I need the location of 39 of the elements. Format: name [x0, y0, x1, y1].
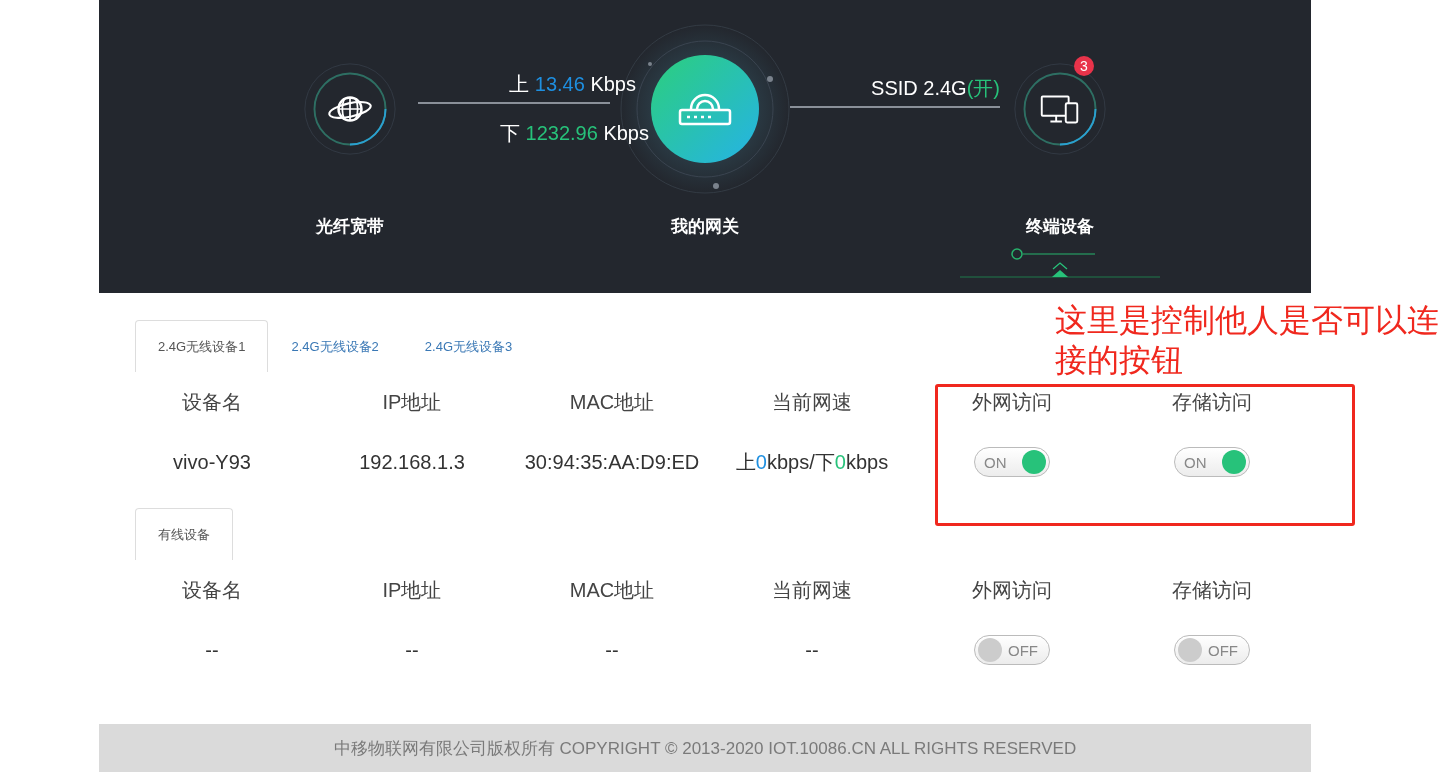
annotation-text: 这里是控制他人是否可以连接的按钮: [1055, 301, 1440, 380]
column-header: 当前网速: [772, 389, 852, 415]
devices-icon[interactable]: [1012, 61, 1108, 157]
column-header: 设备名: [182, 577, 242, 603]
toggle-switch[interactable]: ON: [974, 447, 1050, 477]
tab[interactable]: 2.4G无线设备2: [268, 320, 402, 372]
table-cell: --: [605, 638, 619, 662]
download-speed: 下 1232.96 Kbps: [500, 121, 649, 146]
node-label[interactable]: 我的网关: [671, 214, 739, 238]
column-header: IP地址: [382, 389, 442, 415]
toggle-switch[interactable]: OFF: [974, 635, 1050, 665]
tab[interactable]: 有线设备: [135, 508, 233, 560]
node-label[interactable]: 光纤宽带: [316, 214, 384, 238]
column-header: MAC地址: [569, 389, 655, 415]
table-cell-text: 上0kbps/下0kbps: [735, 449, 889, 475]
column-header: MAC地址: [569, 577, 655, 603]
column-header: 存储访问: [1172, 389, 1252, 415]
footer-text: 中移物联网有限公司版权所有 COPYRIGHT © 2013-2020 IOT.10086.CN ALL RIGHTS RESERVED: [99, 724, 1311, 772]
column-header: 存储访问: [1172, 577, 1252, 603]
column-header: 外网访问: [972, 389, 1052, 415]
table-cell: 192.168.1.3: [359, 450, 465, 474]
column-header: 设备名: [182, 389, 242, 415]
table-cell: --: [205, 638, 219, 662]
ssid-text: SSID 2.4G(开): [871, 75, 1000, 101]
column-header: 当前网速: [772, 577, 852, 603]
toggle-switch[interactable]: OFF: [1174, 635, 1250, 665]
table-cell: 30:94:35:AA:D9:ED: [524, 450, 700, 474]
node-label[interactable]: 终端设备: [1026, 214, 1094, 238]
table-cell: --: [405, 638, 419, 662]
count-badge: 3: [1074, 56, 1094, 76]
globe-icon[interactable]: [302, 61, 398, 157]
column-header: IP地址: [382, 577, 442, 603]
table-cell: --: [805, 638, 819, 662]
tab[interactable]: 2.4G无线设备3: [401, 320, 536, 372]
tab[interactable]: 2.4G无线设备1: [135, 320, 269, 372]
upload-speed: 上 13.46 Kbps: [509, 72, 636, 97]
column-header: 外网访问: [972, 577, 1052, 603]
table-cell: vivo-Y93: [173, 450, 251, 474]
toggle-switch[interactable]: ON: [1174, 447, 1250, 477]
